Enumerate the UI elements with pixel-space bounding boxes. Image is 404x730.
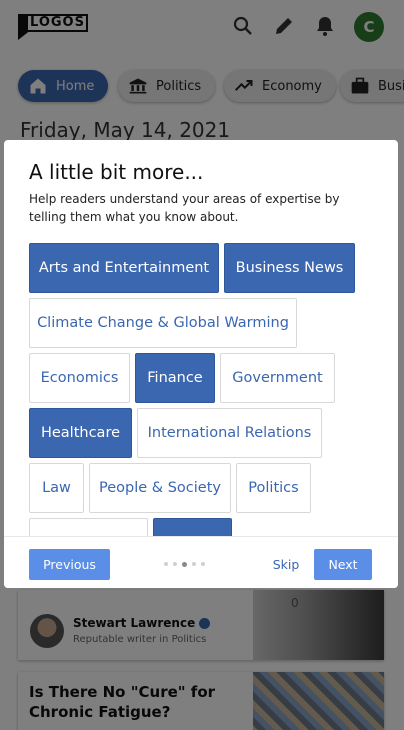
topic-button-international-relations[interactable]: International Relations xyxy=(137,408,322,458)
modal-title: A little bit more... xyxy=(29,160,204,184)
topic-button-business-news[interactable]: Business News xyxy=(224,243,355,293)
pagination-dot xyxy=(201,562,205,566)
topic-button-public-health[interactable]: Public Health xyxy=(29,518,148,536)
pagination-dot xyxy=(173,562,177,566)
modal-footer: Previous Skip Next xyxy=(4,536,398,588)
expertise-modal: A little bit more... Help readers unders… xyxy=(4,140,398,588)
topic-list: Arts and Entertainment Business News Cli… xyxy=(4,238,398,536)
topic-button-people-society[interactable]: People & Society xyxy=(89,463,231,513)
previous-button[interactable]: Previous xyxy=(29,549,110,580)
topic-button-law[interactable]: Law xyxy=(29,463,84,513)
next-button[interactable]: Next xyxy=(314,549,372,580)
topic-button-politics[interactable]: Politics xyxy=(236,463,311,513)
topic-button-finance[interactable]: Finance xyxy=(135,353,215,403)
topic-button-science[interactable]: Science xyxy=(153,518,232,536)
topic-button-climate-change[interactable]: Climate Change & Global Warming xyxy=(29,298,297,348)
topic-button-government[interactable]: Government xyxy=(220,353,335,403)
pagination-dot xyxy=(192,562,196,566)
topic-button-arts-entertainment[interactable]: Arts and Entertainment xyxy=(29,243,219,293)
topic-button-economics[interactable]: Economics xyxy=(29,353,130,403)
pagination-dot-active xyxy=(182,561,187,567)
skip-button[interactable]: Skip xyxy=(270,549,302,580)
pagination-dots xyxy=(164,561,208,568)
modal-description: Help readers understand your areas of ex… xyxy=(29,192,340,224)
pagination-dot xyxy=(164,562,168,566)
topic-button-healthcare[interactable]: Healthcare xyxy=(29,408,132,458)
